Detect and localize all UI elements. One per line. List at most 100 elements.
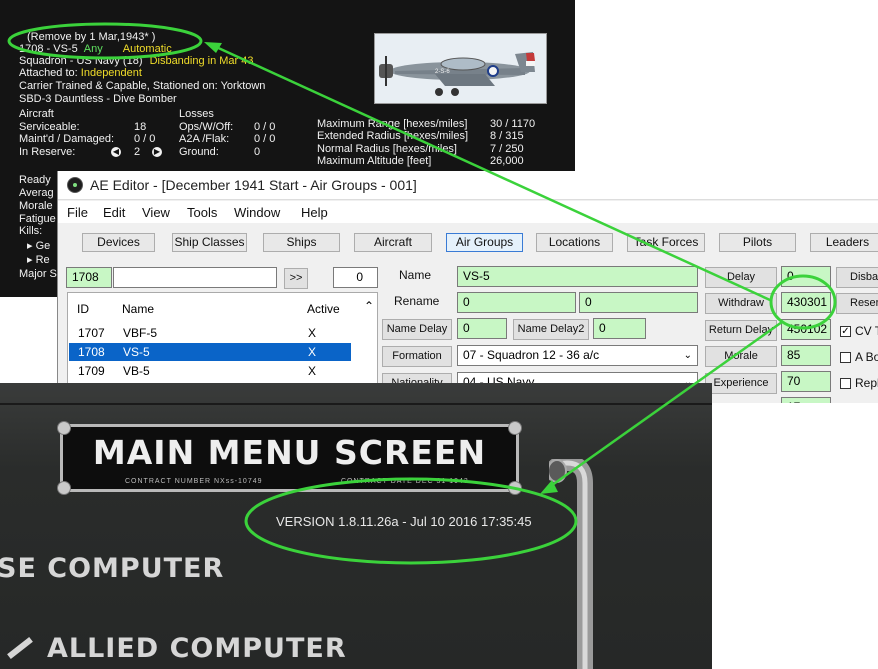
experience-button[interactable]: Experience: [705, 373, 777, 394]
rename-label: Rename: [394, 294, 440, 308]
withdraw-field[interactable]: 430301: [781, 292, 831, 313]
maintd-value: 0 / 0: [134, 133, 156, 145]
search-id-field[interactable]: 1708: [66, 267, 112, 288]
screw-icon: [508, 481, 522, 495]
side-label-kills: Kills:: [19, 225, 43, 237]
rename-field-1[interactable]: 0: [457, 292, 576, 313]
row-name: VS-5: [123, 345, 150, 359]
tab-locations[interactable]: Locations: [536, 233, 613, 252]
morale-field[interactable]: 85: [781, 345, 831, 366]
name-delay-button[interactable]: Name Delay: [382, 319, 452, 340]
row-name: VBF-5: [123, 326, 158, 340]
name-delay-field[interactable]: 0: [457, 318, 507, 339]
main-menu-nameplate: MAIN MENU SCREEN CONTRACT NUMBER NXss-10…: [57, 421, 522, 495]
scroll-up-icon[interactable]: ⌃: [364, 299, 374, 313]
attached-value: Independent: [80, 67, 142, 79]
tab-aircraft[interactable]: Aircraft: [354, 233, 432, 252]
count-field: 0: [333, 267, 378, 288]
attached-line: Attached to: Independent: [19, 67, 142, 80]
rename-field-2[interactable]: 0: [579, 292, 698, 313]
ground-label: Ground:: [179, 146, 219, 158]
return-delay-field[interactable]: 450102: [781, 319, 831, 340]
name-field[interactable]: VS-5: [457, 266, 698, 287]
computer-option-1[interactable]: SE COMPUTER: [0, 553, 224, 584]
contract-number: CONTRACT NUMBER NXss-10749: [125, 478, 263, 485]
go-button[interactable]: >>: [284, 268, 308, 289]
right-arrow-icon[interactable]: ▶: [152, 147, 162, 157]
allied-computer-option[interactable]: ALLIED COMPUTER: [47, 633, 347, 664]
cv-label: CV T: [855, 324, 878, 338]
panel-seam: [0, 403, 712, 405]
app-icon[interactable]: [67, 177, 83, 193]
tab-air-groups[interactable]: Air Groups: [446, 233, 523, 252]
contract-date: CONTRACT DATE DEC 31 1943: [341, 478, 469, 485]
search-text-field[interactable]: [113, 267, 277, 288]
maintd-label: Maint'd / Damaged:: [19, 133, 115, 145]
col-header-active[interactable]: Active: [307, 302, 340, 316]
left-arrow-icon[interactable]: ◀: [111, 147, 121, 157]
tab-pilots[interactable]: Pilots: [719, 233, 796, 252]
bottom-field[interactable]: 17: [781, 397, 831, 403]
row-active: X: [308, 345, 317, 359]
reserve-button[interactable]: Reser: [836, 293, 878, 314]
reserve-value: 2: [134, 146, 141, 158]
squadron-line: Squadron - US Navy (18) Disbanding in Ma…: [19, 55, 254, 68]
opswoff-value: 0 / 0: [254, 121, 276, 133]
serviceable-label: Serviceable:: [19, 121, 80, 133]
menu-tools[interactable]: Tools: [187, 205, 217, 220]
formation-button[interactable]: Formation: [382, 346, 452, 367]
row-id: 1707: [78, 326, 105, 340]
tab-devices[interactable]: Devices: [82, 233, 155, 252]
max-alt-value: 26,000: [490, 155, 524, 167]
side-label-major: Major S: [19, 268, 57, 280]
row-id: 1708: [78, 345, 105, 359]
reple-label: Reple: [855, 376, 878, 390]
menu-view[interactable]: View: [142, 205, 170, 220]
side-label-get-text: Ge: [35, 240, 51, 252]
list-item[interactable]: 1709 VB-5 X: [69, 362, 351, 380]
ext-radius-value: 8 / 315: [490, 130, 524, 142]
version-text: VERSION 1.8.11.26a - Jul 10 2016 17:35:4…: [276, 514, 532, 529]
tab-leaders[interactable]: Leaders: [810, 233, 878, 252]
a2a-value: 0 / 0: [254, 133, 276, 145]
tab-task-forces[interactable]: Task Forces: [627, 233, 705, 252]
max-range-label: Maximum Range [hexes/miles]: [317, 118, 468, 130]
name-delay2-button[interactable]: Name Delay2: [513, 319, 589, 340]
panel-handle: [549, 459, 593, 669]
squadron-text: Squadron - US Navy (18): [19, 55, 143, 67]
screw-icon: [57, 481, 71, 495]
experience-field[interactable]: 70: [781, 371, 831, 392]
unit-id: 1708 - VS-5: [19, 43, 78, 55]
svg-text:2-S-6: 2-S-6: [435, 69, 450, 75]
checkbox-reple[interactable]: [840, 378, 851, 389]
unit-id-line: 1708 - VS-5 Any Automatic: [19, 43, 172, 56]
checkbox-icon[interactable]: ✓: [840, 326, 851, 337]
checkbox-a-bo[interactable]: [840, 352, 851, 363]
col-header-id[interactable]: ID: [77, 302, 89, 316]
menu-help[interactable]: Help: [301, 205, 328, 220]
return-delay-button[interactable]: Return Delay: [705, 320, 777, 341]
menu-edit[interactable]: Edit: [103, 205, 125, 220]
tab-ships[interactable]: Ships: [263, 233, 340, 252]
withdraw-button[interactable]: Withdraw: [705, 293, 777, 314]
formation-select[interactable]: 07 - Squadron 12 - 36 a/c ⌄: [457, 345, 698, 366]
tab-ship-classes[interactable]: Ship Classes: [172, 233, 247, 252]
delay-button[interactable]: Delay: [705, 267, 777, 288]
row-id: 1709: [78, 364, 105, 378]
menu-bar: File Edit View Tools Window Help: [58, 201, 878, 223]
list-item[interactable]: 1707 VBF-5 X: [69, 324, 351, 342]
a-bo-label: A Bo: [855, 350, 878, 364]
name-delay2-field[interactable]: 0: [593, 318, 646, 339]
disband-button[interactable]: Disba: [836, 267, 878, 288]
list-item-selected[interactable]: 1708 VS-5 X: [69, 343, 351, 361]
morale-button[interactable]: Morale: [705, 346, 777, 367]
menu-window[interactable]: Window: [234, 205, 280, 220]
menu-file[interactable]: File: [67, 205, 88, 220]
row-name: VB-5: [123, 364, 150, 378]
delay-field[interactable]: 0: [781, 266, 831, 287]
dropdown-arrow-icon[interactable]: ⌄: [684, 346, 692, 365]
opswoff-label: Ops/W/Off:: [179, 121, 234, 133]
ground-value: 0: [254, 146, 261, 158]
ae-editor-window: AE Editor - [December 1941 Start - Air G…: [57, 171, 878, 403]
col-header-name[interactable]: Name: [122, 302, 154, 316]
